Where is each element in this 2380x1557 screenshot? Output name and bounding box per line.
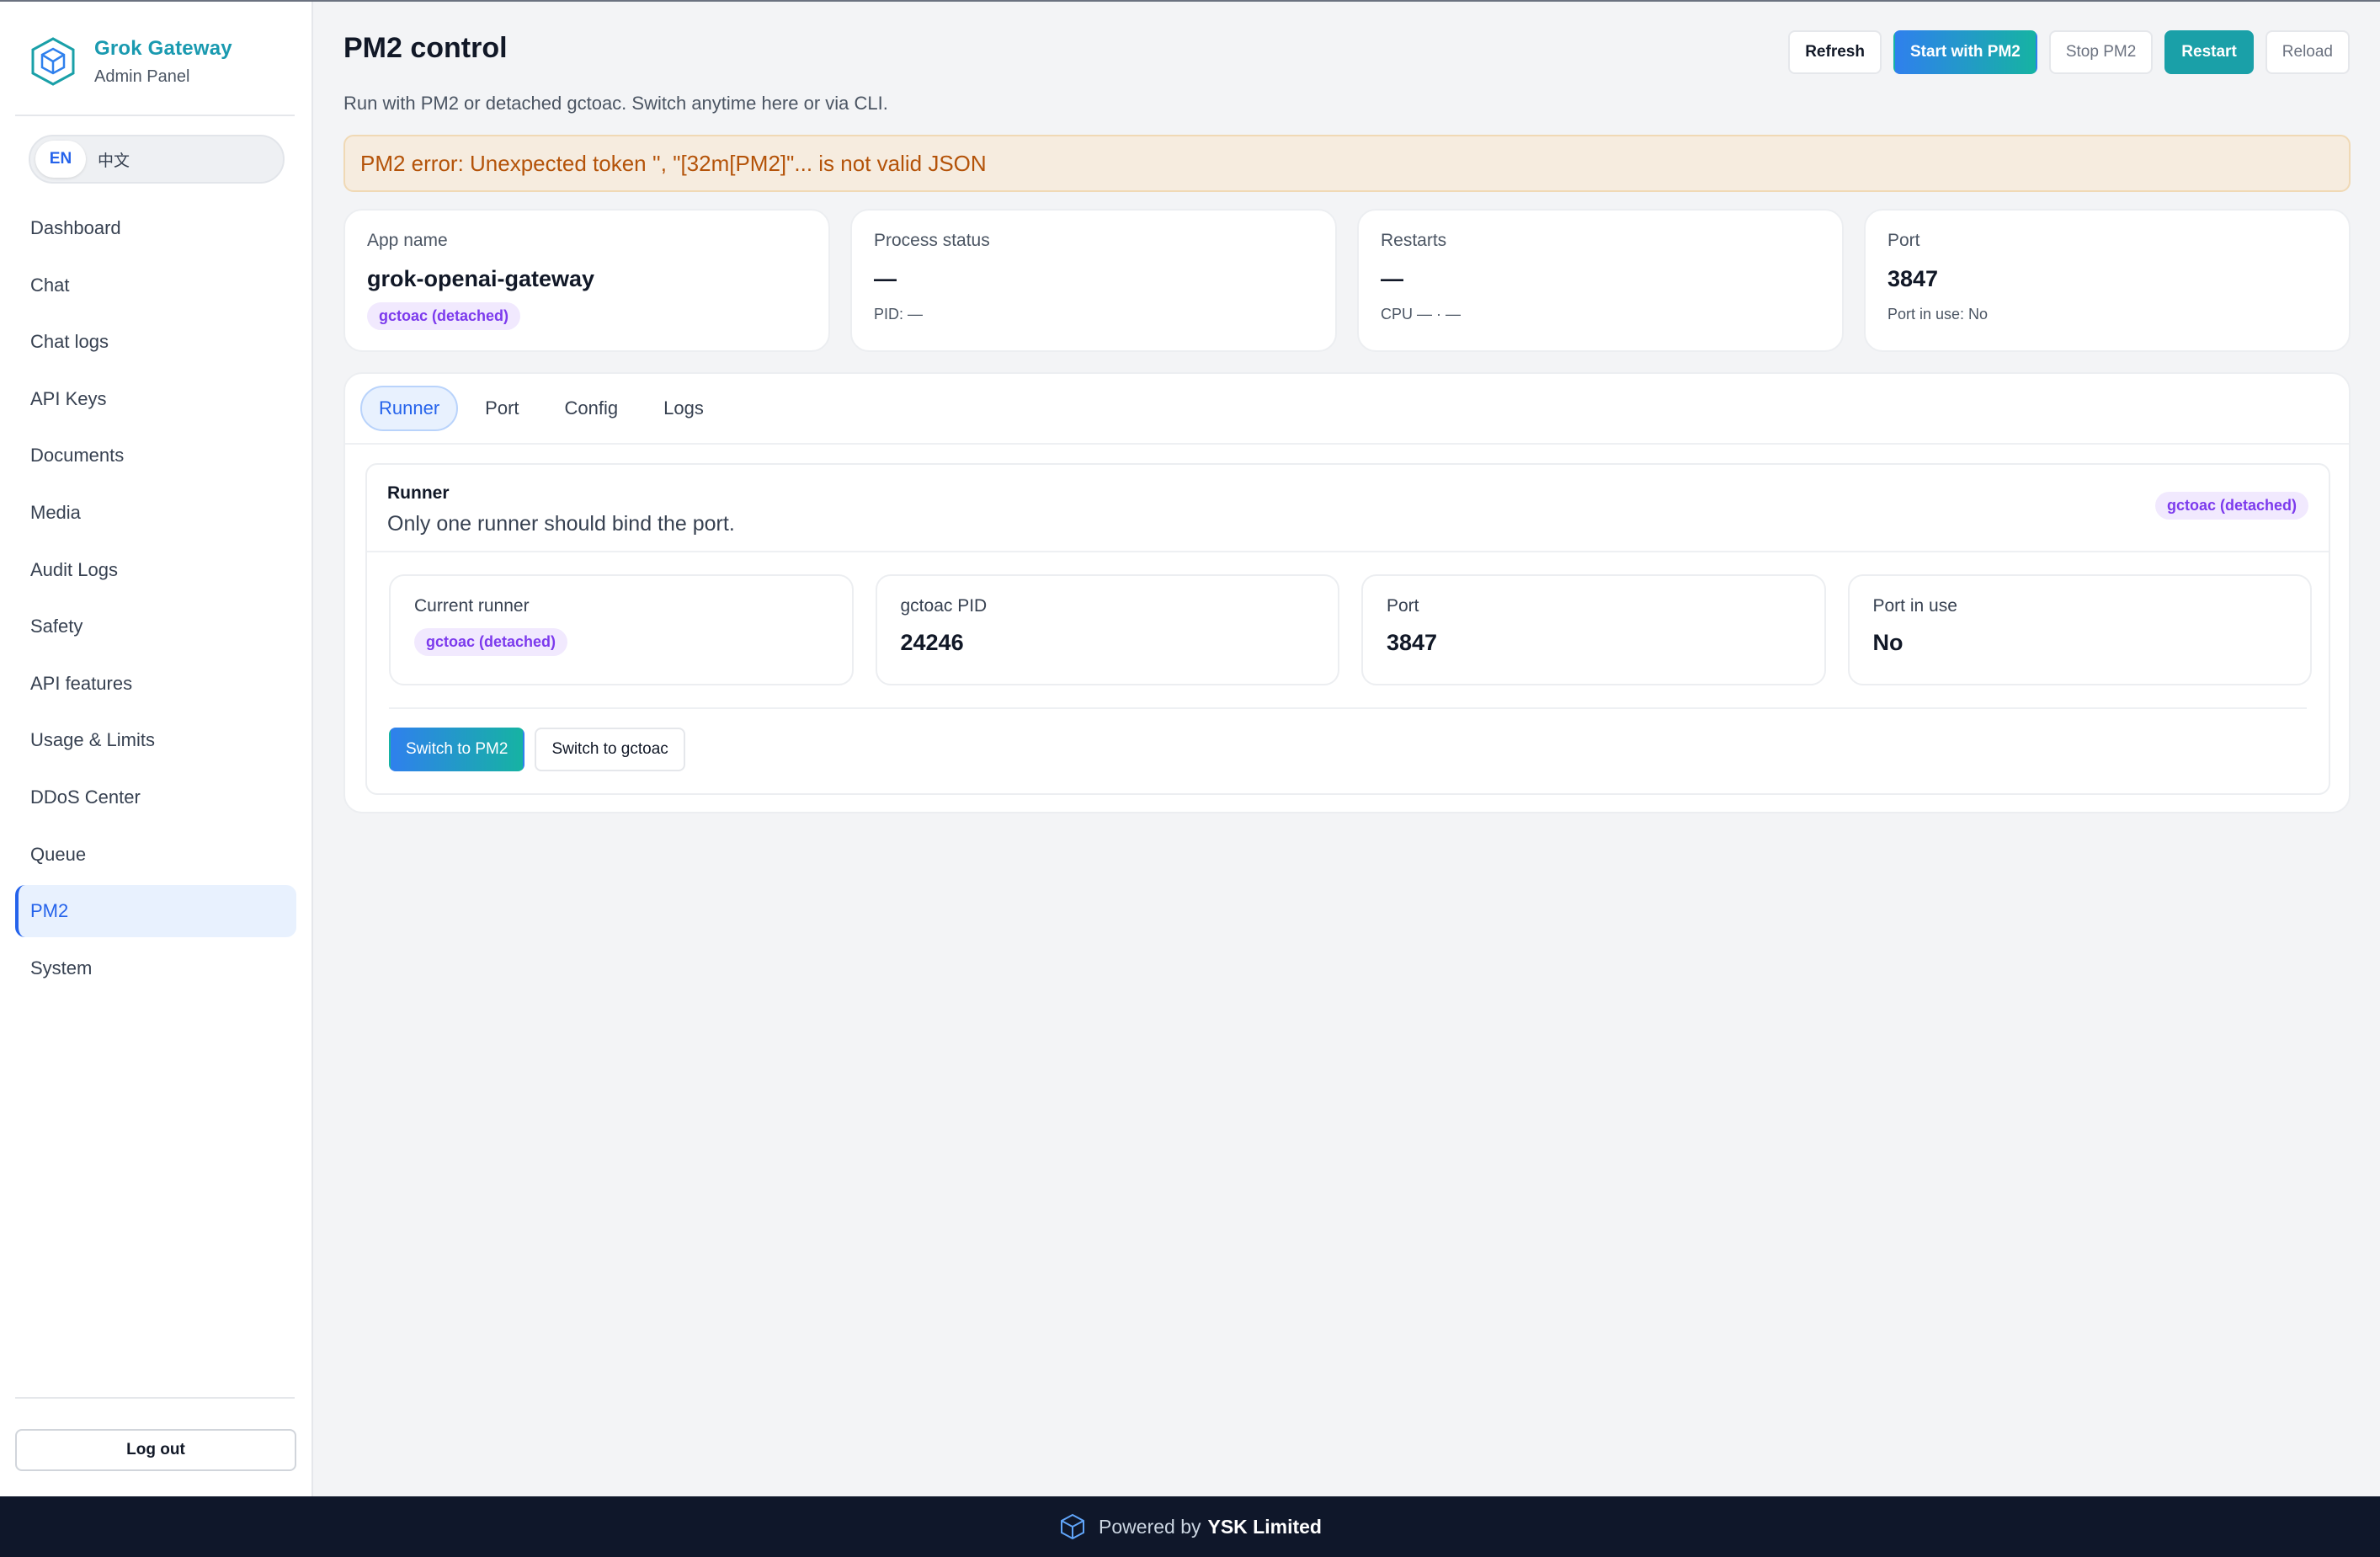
refresh-button[interactable]: Refresh [1788,30,1882,74]
stat-label: Process status [874,231,1313,251]
mini-label: gctoac PID [901,596,1315,616]
sidebar-item-usage-limits[interactable]: Usage & Limits [15,714,296,766]
sidebar-item-chat[interactable]: Chat [15,259,296,312]
sidebar-item-api-keys[interactable]: API Keys [15,373,296,425]
tab-bar: Runner Port Config Logs [345,374,2349,445]
sidebar-item-pm2[interactable]: PM2 [15,885,296,937]
stat-label: Port [1887,231,2327,251]
cpu-meta: CPU — · — [1381,306,1820,323]
runner-header: Runner Only one runner should bind the p… [367,465,2329,552]
sidebar-nav: Dashboard Chat Chat logs API Keys Docume… [15,202,296,999]
runner-title: Runner [387,483,2308,504]
app-name-value: grok-openai-gateway [367,266,807,292]
port-in-use-value: No [1873,630,2287,656]
tab-port[interactable]: Port [466,386,537,431]
process-status-value: — [874,266,1313,292]
app-name-card: App name grok-openai-gateway gctoac (det… [343,209,830,352]
header-actions: Refresh Start with PM2 Stop PM2 Restart … [1788,30,2350,74]
stat-label: App name [367,231,807,251]
stop-pm2-button[interactable]: Stop PM2 [2049,30,2153,74]
gctoac-pid-card: gctoac PID 24246 [876,574,1340,685]
mini-label: Port [1387,596,1801,616]
brand-subtitle: Admin Panel [94,67,232,87]
restarts-value: — [1381,266,1820,292]
process-status-card: Process status — PID: — [850,209,1337,352]
runner-cards: Current runner gctoac (detached) gctoac … [389,574,2312,685]
sidebar-item-safety[interactable]: Safety [15,600,296,653]
sidebar-item-chat-logs[interactable]: Chat logs [15,316,296,368]
footer: Powered by YSK Limited [0,1496,2380,1557]
runner-port-value: 3847 [1387,630,1801,656]
mini-label: Current runner [414,596,828,616]
sidebar-divider [15,115,295,116]
runner-divider [389,707,2307,709]
sidebar-item-media[interactable]: Media [15,487,296,539]
tab-logs[interactable]: Logs [645,386,722,431]
port-in-use-card: Port in use No [1848,574,2313,685]
runner-section: Runner Only one runner should bind the p… [365,463,2330,795]
restarts-card: Restarts — CPU — · — [1357,209,1844,352]
footer-powered-by: Powered by [1099,1516,1201,1538]
page-title: PM2 control [343,32,508,65]
footer-company-link[interactable]: YSK Limited [1208,1516,1322,1538]
switch-to-pm2-button[interactable]: Switch to PM2 [389,728,524,771]
port-value: 3847 [1887,266,2327,292]
sidebar: Grok Gateway Admin Panel EN 中文 Dashboard… [0,2,313,1496]
tab-config[interactable]: Config [546,386,637,431]
runner-description: Only one runner should bind the port. [387,512,2308,536]
port-card: Port 3847 Port in use: No [1864,209,2351,352]
reload-button[interactable]: Reload [2266,30,2350,74]
restart-button[interactable]: Restart [2164,30,2253,74]
runner-actions: Switch to PM2 Switch to gctoac [389,728,685,771]
brand-title: Grok Gateway [94,37,232,61]
current-runner-card: Current runner gctoac (detached) [389,574,854,685]
port-in-use-meta: Port in use: No [1887,306,2327,323]
switch-to-gctoac-button[interactable]: Switch to gctoac [535,728,684,771]
mini-label: Port in use [1873,596,2287,616]
lang-en-button[interactable]: EN [35,141,86,178]
sidebar-item-queue[interactable]: Queue [15,829,296,881]
cube-icon [27,35,79,88]
runner-port-card: Port 3847 [1361,574,1826,685]
stat-cards: App name grok-openai-gateway gctoac (det… [343,209,2351,352]
language-switcher: EN 中文 [29,135,285,184]
brand[interactable]: Grok Gateway Admin Panel [27,35,232,88]
sidebar-item-system[interactable]: System [15,942,296,994]
stat-label: Restarts [1381,231,1820,251]
page-subtitle: Run with PM2 or detached gctoac. Switch … [343,93,888,115]
sidebar-item-api-features[interactable]: API features [15,658,296,710]
pid-meta: PID: — [874,306,1313,323]
gctoac-pid-value: 24246 [901,630,1315,656]
pm2-panel: Runner Port Config Logs Runner Only one … [343,372,2351,813]
cube-icon [1058,1512,1087,1541]
sidebar-bottom-divider [15,1397,295,1399]
sidebar-item-audit-logs[interactable]: Audit Logs [15,544,296,596]
window-top-border [0,0,2380,2]
start-with-pm2-button[interactable]: Start with PM2 [1893,30,2037,74]
runner-badge: gctoac (detached) [367,302,520,330]
lang-zh-button[interactable]: 中文 [86,141,141,178]
logout-button[interactable]: Log out [15,1429,296,1471]
current-runner-badge: gctoac (detached) [414,628,567,656]
runner-badge: gctoac (detached) [2155,492,2308,520]
sidebar-item-ddos-center[interactable]: DDoS Center [15,771,296,824]
sidebar-item-documents[interactable]: Documents [15,429,296,482]
sidebar-item-dashboard[interactable]: Dashboard [15,202,296,254]
tab-runner[interactable]: Runner [360,386,458,431]
error-alert: PM2 error: Unexpected token '', "[32m[… [343,135,2351,192]
